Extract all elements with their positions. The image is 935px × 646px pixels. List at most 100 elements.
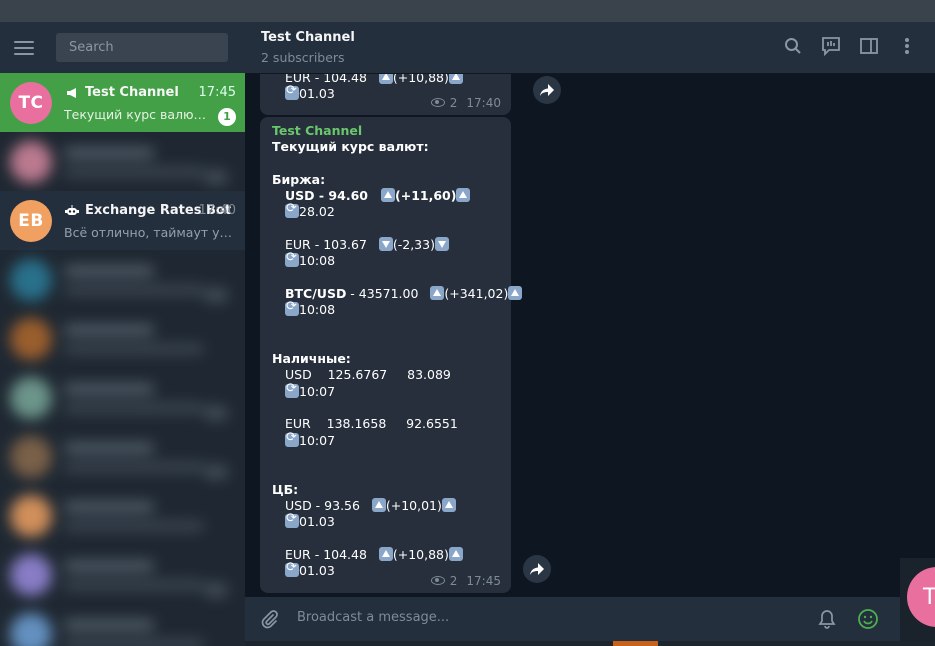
rate-text: - 43571.00	[346, 285, 419, 301]
chat-preview: Текущий курс валют: Биржа:	[64, 106, 210, 122]
chat-title: Test Channel	[85, 85, 179, 100]
chat-header: Test Channel 2 subscribers	[245, 22, 935, 74]
rate-time: 10:07	[299, 383, 336, 399]
refresh-icon	[285, 430, 299, 447]
up-arrow-icon	[448, 74, 463, 84]
message-list[interactable]: EUR - 104.48 (+10,88) 01.03 2 17:40 Test…	[245, 74, 935, 597]
message-line: 10:07	[260, 430, 511, 449]
search-input[interactable]	[67, 39, 221, 56]
chat-item-test-channel[interactable]: TC Test Channel 17:45 Текущий курс валют…	[0, 73, 245, 132]
up-arrow-icon	[378, 546, 393, 561]
channel-title[interactable]: Test Channel	[261, 30, 355, 45]
refresh-icon	[285, 560, 299, 578]
avatar: TC	[10, 81, 52, 124]
chat-body	[64, 619, 236, 646]
refresh-icon	[285, 201, 299, 219]
rate-text: USD - 94.60	[285, 188, 368, 204]
rate-time: 10:07	[299, 432, 336, 448]
search-box[interactable]	[56, 33, 228, 62]
message-line: USD - 93.56 (+10,01)	[260, 497, 511, 514]
menu-icon[interactable]	[14, 40, 34, 55]
chat-body	[64, 147, 236, 184]
message-line: EUR - 104.48 (+10,88)	[260, 546, 511, 563]
taskbar-accent	[613, 641, 658, 646]
message-line: 01.03	[260, 511, 511, 530]
eye-icon	[430, 98, 445, 108]
message-line: 10:08	[260, 299, 511, 318]
chat-body	[64, 501, 236, 530]
rate-date: 01.03	[299, 514, 335, 530]
unread-badge: 1	[218, 107, 236, 126]
rate-change: (+10,88)	[392, 546, 449, 562]
message-bubble[interactable]: Test Channel Текущий курс валют: Биржа: …	[260, 117, 523, 593]
avatar	[10, 376, 52, 419]
chat-item-blurred[interactable]	[0, 427, 245, 486]
chat-item-blurred[interactable]	[0, 545, 245, 604]
rate-time: 10:08	[299, 253, 336, 269]
view-count: 2	[449, 573, 458, 588]
chat-item-exchange-rates-bot[interactable]: EB Exchange Rates Bot 17:40 Всё отлично,…	[0, 191, 245, 250]
rate-text: EUR - 104.48	[285, 74, 367, 85]
message-line: USD 125.6767 83.089	[285, 367, 451, 383]
message-composer	[245, 597, 935, 641]
avatar: EB	[10, 199, 52, 242]
chat-body: Test Channel 17:45 Текущий курс валют: Б…	[64, 84, 236, 126]
message-heading: Текущий курс валют:	[272, 139, 429, 155]
sidebar-header	[0, 22, 245, 73]
rate-change: (+11,60)	[395, 188, 457, 204]
forward-icon	[530, 563, 544, 575]
avatar	[10, 317, 52, 360]
rate-change: (+341,02)	[444, 285, 509, 301]
sidebar-toggle-icon[interactable]	[859, 36, 879, 56]
message-line: EUR 138.1658 92.6551	[285, 416, 458, 432]
bot-icon	[64, 204, 80, 217]
up-arrow-icon	[448, 546, 463, 561]
discussion-icon[interactable]	[821, 36, 841, 56]
more-options-icon[interactable]	[897, 36, 917, 56]
taskbar-strip	[245, 641, 935, 646]
rate-change: (+10,88)	[392, 74, 449, 85]
up-arrow-icon	[381, 188, 396, 203]
megaphone-icon	[64, 87, 80, 99]
message-sender[interactable]: Test Channel	[260, 123, 511, 139]
chat-item-blurred[interactable]	[0, 368, 245, 427]
chat-body: Exchange Rates Bot 17:40 Всё отлично, та…	[64, 202, 236, 240]
forward-button[interactable]	[533, 76, 561, 104]
refresh-icon	[285, 511, 299, 529]
message-line: BTC/USD - 43571.00 (+341,02)	[260, 285, 523, 302]
message-meta: 2 17:40	[430, 95, 501, 111]
search-icon[interactable]	[783, 36, 803, 56]
attach-icon[interactable]	[259, 609, 279, 629]
message-bubble[interactable]: EUR - 104.48 (+10,88) 01.03 2 17:40	[260, 74, 511, 115]
cb-section-title: ЦБ:	[272, 481, 299, 497]
emoji-icon[interactable]	[857, 608, 879, 630]
message-line: 28.02	[260, 201, 511, 220]
chat-item-blurred[interactable]	[0, 250, 245, 309]
message-line: 10:08	[260, 250, 511, 269]
avatar	[10, 435, 52, 478]
chat-item-blurred[interactable]	[0, 309, 245, 368]
chat-item-blurred[interactable]	[0, 132, 245, 191]
chat-item-blurred[interactable]	[0, 604, 245, 646]
chat-item-blurred[interactable]	[0, 486, 245, 545]
eye-icon	[430, 576, 445, 586]
refresh-icon	[285, 83, 299, 101]
up-arrow-icon	[378, 74, 393, 84]
notification-bell-icon[interactable]	[816, 608, 838, 630]
header-actions	[783, 36, 917, 56]
window-top-strip	[0, 0, 935, 22]
message-time: 17:40	[466, 95, 501, 110]
channel-subscribers: 2 subscribers	[261, 50, 345, 65]
avatar	[10, 258, 52, 301]
message-line: EUR - 104.48 (+10,88)	[260, 74, 511, 86]
forward-button[interactable]	[523, 555, 551, 583]
rate-date: 01.03	[299, 86, 335, 102]
message-line: USD - 94.60 (+11,60)	[260, 188, 511, 204]
rate-text: EUR - 103.67	[285, 237, 367, 253]
refresh-icon	[285, 381, 299, 398]
chat-body	[64, 324, 236, 353]
up-arrow-icon	[371, 497, 386, 512]
message-input[interactable]	[295, 609, 779, 626]
message-meta: 2 17:45	[430, 573, 501, 589]
chat-body	[64, 442, 236, 479]
